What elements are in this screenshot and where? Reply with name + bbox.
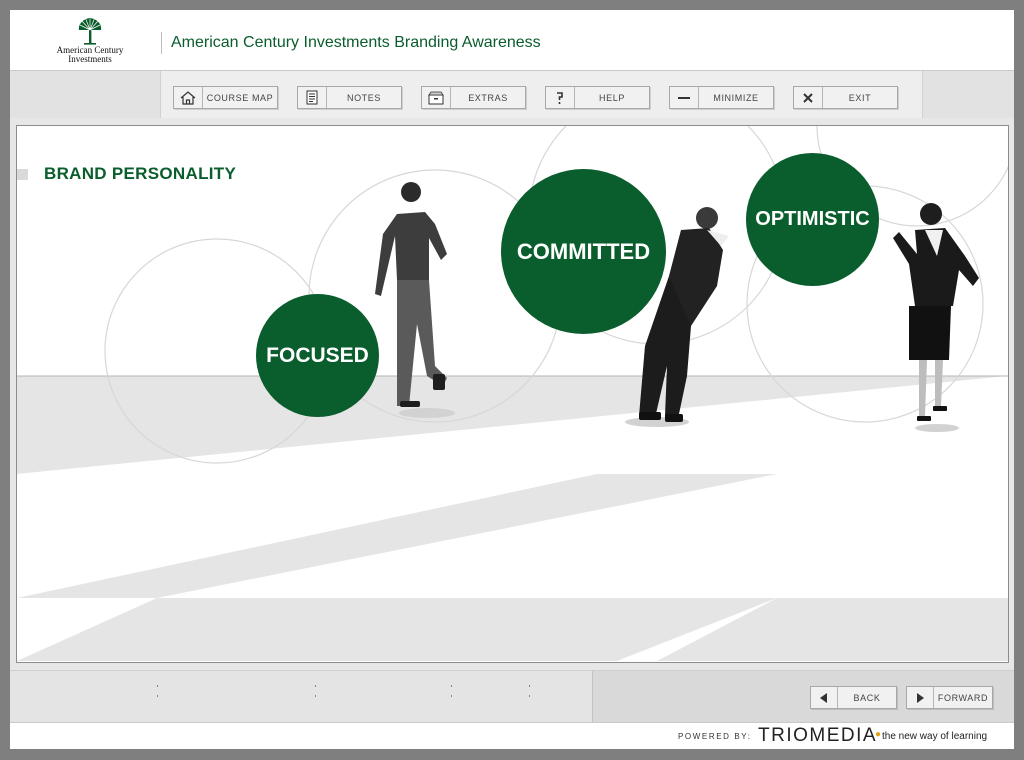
oak-tree-icon [78, 18, 102, 45]
progress-tick [157, 695, 158, 697]
help-label: HELP [599, 92, 625, 103]
progress-tick [529, 685, 530, 687]
powered-by-bar: POWERED BY: TRIOMEDIA ● the new way of l… [10, 722, 1014, 749]
progress-tick [315, 685, 316, 687]
minimize-label: MINIMIZE [713, 92, 759, 103]
progress-tick [157, 685, 158, 687]
exit-label: EXIT [848, 92, 872, 103]
bullet-icon: ● [875, 729, 882, 740]
section-title: BRAND PERSONALITY [44, 164, 237, 183]
header-divider [161, 32, 162, 54]
progress-tick [315, 695, 316, 697]
content-stage: BRAND PERSONALITY FOCUSED COMMITTED OPTI… [16, 125, 1009, 663]
home-icon [174, 87, 203, 108]
back-label: BACK [853, 692, 881, 703]
question-icon [546, 87, 575, 108]
progress-tick [451, 695, 452, 697]
course-map-button[interactable]: COURSE MAP [173, 86, 278, 109]
close-icon [794, 87, 823, 108]
drawer-icon [422, 87, 451, 108]
minimize-button[interactable]: MINIMIZE [669, 86, 774, 109]
triangle-left-icon [811, 687, 838, 708]
american-century-logo: American Century Investments [48, 16, 132, 68]
powered-by-label: POWERED BY: [678, 732, 752, 741]
navigation-panel: BACK FORWARD [592, 671, 1014, 722]
toolbar: COURSE MAP NOTES EXTRAS HELP MINIMIZE EX… [10, 71, 1014, 118]
trait-label-optimistic: OPTIMISTIC [755, 208, 870, 230]
back-button[interactable]: BACK [810, 686, 897, 709]
forward-label: FORWARD [937, 692, 989, 703]
progress-tick [451, 685, 452, 687]
header-bar: American Century Investments American Ce… [10, 10, 1014, 71]
document-icon [298, 87, 327, 108]
course-title: American Century Investments Branding Aw… [171, 34, 541, 51]
exit-button[interactable]: EXIT [793, 86, 898, 109]
triomedia-logo: TRIOMEDIA [758, 725, 878, 746]
triangle-right-icon [907, 687, 934, 708]
help-button[interactable]: HELP [545, 86, 650, 109]
minus-icon [670, 87, 699, 108]
course-window: American Century Investments American Ce… [10, 10, 1014, 749]
trait-label-focused: FOCUSED [266, 343, 369, 367]
vendor-tagline: the new way of learning [882, 731, 988, 742]
forward-button[interactable]: FORWARD [906, 686, 993, 709]
course-map-label: COURSE MAP [206, 92, 274, 103]
section-marker [17, 169, 28, 180]
trait-label-committed: COMMITTED [516, 238, 651, 264]
toolbar-panel: COURSE MAP NOTES EXTRAS HELP MINIMIZE EX… [160, 71, 923, 118]
trait-circle-committed: COMMITTED [501, 169, 666, 334]
trait-circle-focused: FOCUSED [256, 294, 379, 417]
extras-label: EXTRAS [468, 92, 508, 103]
notes-button[interactable]: NOTES [297, 86, 402, 109]
extras-button[interactable]: EXTRAS [421, 86, 526, 109]
progress-tick [529, 695, 530, 697]
notes-label: NOTES [346, 92, 381, 103]
footer-bar: BACK FORWARD [10, 670, 1014, 722]
trait-circle-optimistic: OPTIMISTIC [746, 153, 879, 286]
logo-text-line2: Investments [68, 54, 112, 64]
